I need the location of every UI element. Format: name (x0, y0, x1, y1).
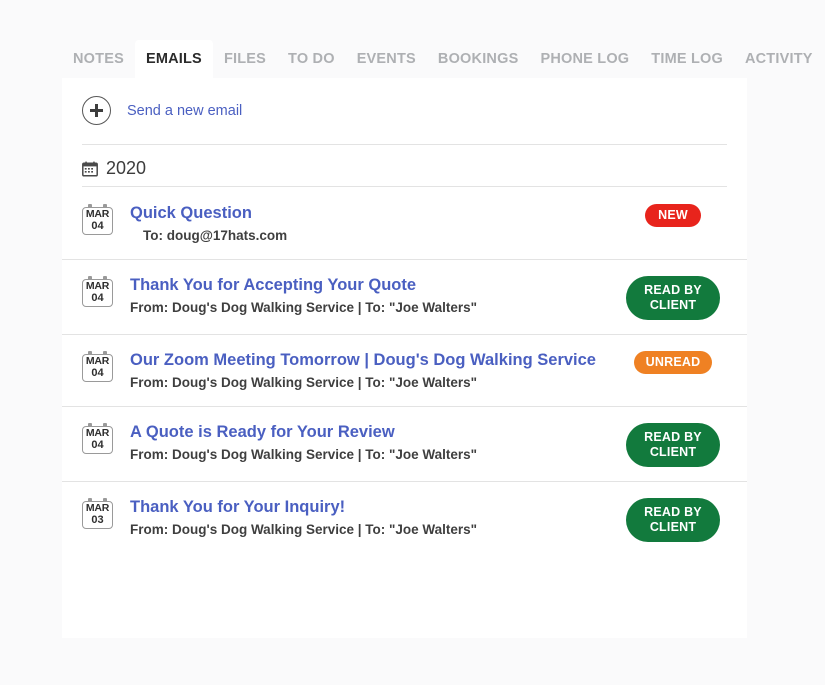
tab-to-do[interactable]: TO DO (277, 40, 346, 78)
email-participants: To: doug@17hats.com (143, 228, 288, 243)
email-body: Our Zoom Meeting Tomorrow | Doug's Dog W… (130, 349, 619, 392)
tab-bookings[interactable]: BOOKINGS (427, 40, 530, 78)
email-row[interactable]: MAR 04 Quick Question To: doug@17hats.com NE… (62, 188, 747, 260)
status-badge[interactable]: READ BY CLIENT (626, 423, 720, 467)
tab-events[interactable]: EVENTS (346, 40, 427, 78)
status-badge[interactable]: NEW (645, 204, 701, 227)
email-subject[interactable]: Thank You for Accepting Your Quote (130, 274, 609, 296)
send-new-email-button[interactable]: Send a new email (82, 96, 242, 125)
date-badge: MAR 04 (82, 276, 113, 307)
status-badge[interactable]: READ BY CLIENT (626, 276, 720, 320)
date-badge-box: MAR 04 (82, 279, 113, 307)
date-badge-rings (82, 276, 113, 280)
date-badge-box: MAR 04 (82, 354, 113, 382)
tab-notes[interactable]: NOTES (62, 40, 135, 78)
date-badge-day: 04 (91, 292, 104, 304)
date-badge: MAR 04 (82, 351, 113, 382)
email-row[interactable]: MAR 04 A Quote is Ready for Your Review Fro… (62, 407, 747, 482)
tab-emails[interactable]: EMAILS (134, 40, 213, 78)
email-participants: From: Doug's Dog Walking Service | To: "… (130, 522, 478, 537)
date-badge-month: MAR (85, 502, 110, 514)
section-tabs: NOTES EMAILS FILES TO DO EVENTS BOOKINGS PHONE… (62, 40, 825, 78)
status-badge-slot: READ BY CLIENT (619, 496, 727, 542)
email-list: MAR 04 Quick Question To: doug@17hats.com NE… (62, 188, 747, 556)
email-subject[interactable]: Quick Question (130, 202, 609, 224)
date-badge-rings (82, 204, 113, 208)
date-badge-month: MAR (85, 208, 110, 220)
email-row[interactable]: MAR 04 Our Zoom Meeting Tomorrow | Doug's … (62, 335, 747, 407)
date-badge-rings (82, 351, 113, 355)
date-badge-box: MAR 04 (82, 207, 113, 235)
email-subject[interactable]: Thank You for Your Inquiry! (130, 496, 609, 518)
email-participants: From: Doug's Dog Walking Service | To: "… (130, 447, 478, 462)
tab-phone-log[interactable]: PHONE LOG (529, 40, 640, 78)
emails-panel: Send a new email 2020 MAR 04 Quick Quest… (62, 78, 747, 638)
status-badge-slot: NEW (619, 202, 727, 227)
email-body: Thank You for Your Inquiry! From: Doug's … (130, 496, 619, 539)
email-row[interactable]: MAR 04 Thank You for Accepting Your Quote F… (62, 260, 747, 335)
calendar-icon (82, 161, 98, 177)
status-badge-slot: UNREAD (619, 349, 727, 374)
tab-time-log[interactable]: TIME LOG (640, 40, 734, 78)
plus-circle-icon (82, 96, 111, 125)
date-badge-day: 04 (91, 220, 104, 232)
date-badge-month: MAR (85, 355, 110, 367)
date-badge-rings (82, 498, 113, 502)
date-badge: MAR 04 (82, 423, 113, 454)
email-body: Quick Question To: doug@17hats.com (130, 202, 619, 245)
date-badge-box: MAR 03 (82, 501, 113, 529)
year-label: 2020 (106, 158, 147, 178)
emails-screen: NOTES EMAILS FILES TO DO EVENTS BOOKINGS PHONE… (0, 0, 825, 685)
tab-activity[interactable]: ACTIVITY (734, 40, 824, 78)
status-badge-slot: READ BY CLIENT (619, 274, 727, 320)
send-new-email-label: Send a new email (127, 102, 243, 119)
email-participants: From: Doug's Dog Walking Service | To: "… (130, 375, 478, 390)
tab-files[interactable]: FILES (213, 40, 277, 78)
divider-compose (82, 144, 727, 145)
date-badge-day: 03 (91, 514, 104, 526)
email-body: Thank You for Accepting Your Quote From: … (130, 274, 619, 317)
date-badge-month: MAR (85, 280, 110, 292)
date-badge: MAR 03 (82, 498, 113, 529)
year-group-header: 2020 (82, 158, 146, 179)
status-badge-slot: READ BY CLIENT (619, 421, 727, 467)
date-badge-rings (82, 423, 113, 427)
email-subject[interactable]: A Quote is Ready for Your Review (130, 421, 609, 443)
date-badge: MAR 04 (82, 204, 113, 235)
divider-year (82, 186, 727, 187)
email-body: A Quote is Ready for Your Review From: Do… (130, 421, 619, 464)
status-badge[interactable]: UNREAD (633, 351, 713, 374)
email-subject[interactable]: Our Zoom Meeting Tomorrow | Doug's Dog W… (130, 349, 609, 371)
email-participants: From: Doug's Dog Walking Service | To: "… (130, 300, 478, 315)
date-badge-month: MAR (85, 427, 110, 439)
date-badge-day: 04 (91, 439, 104, 451)
date-badge-day: 04 (91, 367, 104, 379)
status-badge[interactable]: READ BY CLIENT (626, 498, 720, 542)
date-badge-box: MAR 04 (82, 426, 113, 454)
email-row[interactable]: MAR 03 Thank You for Your Inquiry! From: Do… (62, 482, 747, 556)
